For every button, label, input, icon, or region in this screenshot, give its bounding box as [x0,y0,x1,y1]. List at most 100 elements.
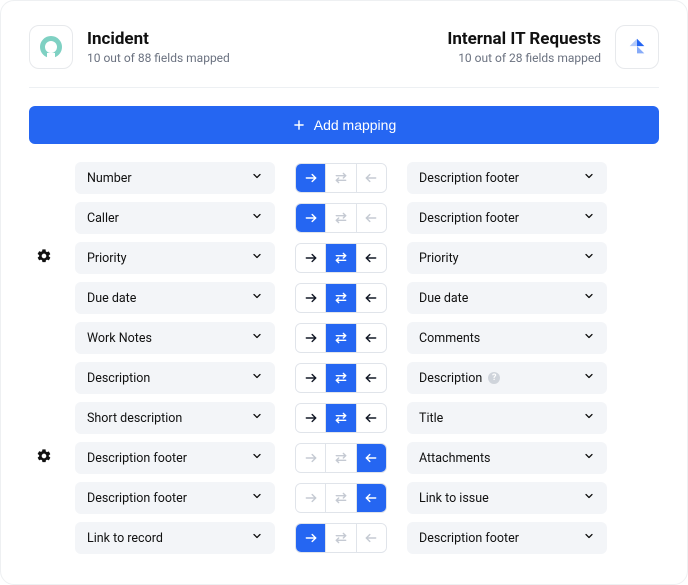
right-field-select[interactable]: Description footer [407,522,607,554]
direction-both-button[interactable] [326,444,356,472]
right-field-label: Description footer [419,171,519,186]
direction-right-button[interactable] [296,524,326,552]
direction-both-button[interactable] [326,524,356,552]
arrow-right-icon [304,331,318,345]
chevron-down-icon [251,410,263,426]
chevron-down-icon [251,450,263,466]
direction-right-button[interactable] [296,204,326,232]
right-field-select[interactable]: Due date [407,282,607,314]
right-field-select[interactable]: Comments [407,322,607,354]
chevron-down-icon [583,290,595,306]
direction-left-button[interactable] [357,204,386,232]
direction-right-button[interactable] [296,244,326,272]
direction-right-button[interactable] [296,444,326,472]
chevron-down-icon [583,530,595,546]
arrow-left-icon [364,331,378,345]
right-field-select[interactable]: Priority [407,242,607,274]
mapping-row: Description footer Link to issue [33,482,659,514]
direction-left-button[interactable] [357,364,386,392]
right-field-label: Link to issue [419,491,489,506]
row-settings-slot [33,448,55,468]
left-field-select[interactable]: Short description [75,402,275,434]
right-title: Internal IT Requests [447,29,601,49]
direction-both-button[interactable] [326,484,356,512]
right-field-label: Attachments [419,451,491,466]
add-mapping-button[interactable]: Add mapping [29,106,659,144]
mapping-row: Priority Priority [33,242,659,274]
left-subtitle: 10 out of 88 fields mapped [87,51,230,65]
chevron-down-icon [583,170,595,186]
direction-right-button[interactable] [296,364,326,392]
arrow-left-icon [364,371,378,385]
help-icon[interactable]: ? [488,372,500,384]
direction-both-button[interactable] [326,164,356,192]
chevron-down-icon [583,250,595,266]
chevron-down-icon [251,370,263,386]
direction-right-button[interactable] [296,404,326,432]
row-settings-button[interactable] [36,248,52,268]
left-field-label: Description footer [87,451,187,466]
left-field-label: Description [87,371,150,386]
mapping-row: Link to record Description footer [33,522,659,554]
direction-right-button[interactable] [296,284,326,312]
direction-left-button[interactable] [357,244,386,272]
direction-left-button[interactable] [357,524,386,552]
direction-right-button[interactable] [296,324,326,352]
arrow-both-icon [334,491,348,505]
chevron-down-icon [251,330,263,346]
mapping-rows: Number Description footer Caller Descriptio… [29,162,659,554]
right-field-select[interactable]: Link to issue [407,482,607,514]
direction-right-button[interactable] [296,164,326,192]
divider [29,87,659,88]
direction-left-button[interactable] [357,404,386,432]
left-field-label: Link to record [87,531,163,546]
direction-left-button[interactable] [357,284,386,312]
left-field-select[interactable]: Caller [75,202,275,234]
left-field-select[interactable]: Priority [75,242,275,274]
left-field-select[interactable]: Number [75,162,275,194]
direction-right-button[interactable] [296,484,326,512]
direction-left-button[interactable] [357,484,386,512]
direction-both-button[interactable] [326,364,356,392]
gear-icon [36,248,52,264]
left-field-label: Priority [87,251,127,266]
chevron-down-icon [251,290,263,306]
row-settings-button[interactable] [36,448,52,468]
direction-both-button[interactable] [326,284,356,312]
arrow-left-icon [364,211,378,225]
direction-toggle [295,483,387,513]
left-title: Incident [87,29,230,49]
right-field-select[interactable]: Title [407,402,607,434]
left-field-select[interactable]: Work Notes [75,322,275,354]
direction-both-button[interactable] [326,204,356,232]
arrow-right-icon [304,211,318,225]
arrow-left-icon [364,491,378,505]
chevron-down-icon [251,490,263,506]
arrow-both-icon [334,251,348,265]
arrow-right-icon [304,451,318,465]
left-field-select[interactable]: Description footer [75,442,275,474]
left-field-label: Number [87,171,132,186]
direction-left-button[interactable] [357,444,386,472]
left-field-select[interactable]: Description footer [75,482,275,514]
arrow-left-icon [364,451,378,465]
direction-both-button[interactable] [326,324,356,352]
direction-toggle [295,443,387,473]
direction-toggle [295,323,387,353]
left-field-select[interactable]: Description [75,362,275,394]
direction-both-button[interactable] [326,404,356,432]
direction-left-button[interactable] [357,324,386,352]
plus-icon [292,118,306,132]
right-field-select[interactable]: Attachments [407,442,607,474]
direction-toggle [295,243,387,273]
row-settings-slot [33,248,55,268]
right-field-select[interactable]: Description footer [407,202,607,234]
direction-both-button[interactable] [326,244,356,272]
left-field-select[interactable]: Due date [75,282,275,314]
right-field-select[interactable]: Description? [407,362,607,394]
direction-left-button[interactable] [357,164,386,192]
left-field-select[interactable]: Link to record [75,522,275,554]
arrow-both-icon [334,171,348,185]
right-field-select[interactable]: Description footer [407,162,607,194]
left-field-label: Description footer [87,491,187,506]
